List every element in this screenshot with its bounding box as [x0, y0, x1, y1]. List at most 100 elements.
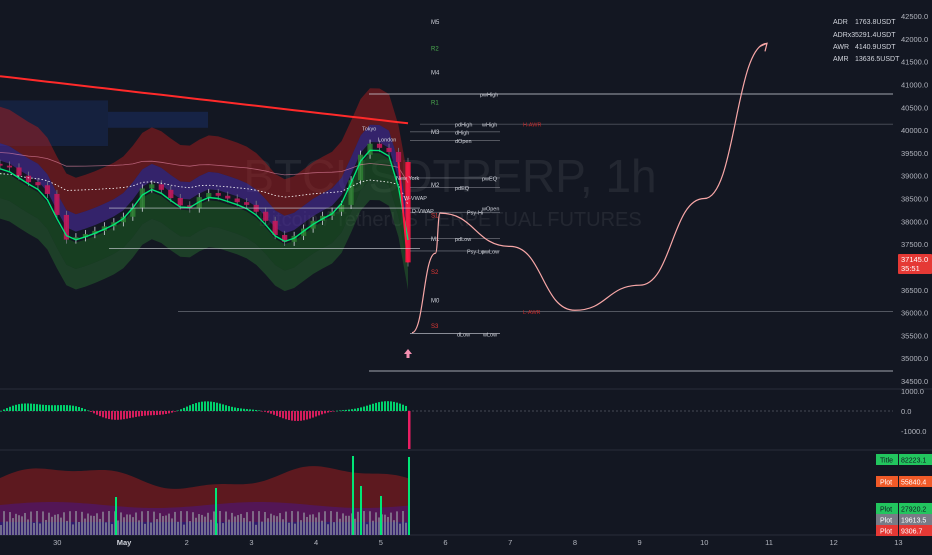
volume-bar	[282, 519, 284, 535]
oscillator-bar	[162, 411, 164, 415]
oscillator-bar	[276, 411, 278, 416]
oscillator-bar	[153, 411, 155, 416]
oscillator-bar	[126, 411, 128, 419]
volume-bar	[171, 518, 173, 535]
price-tick-label: 39000.0	[901, 172, 928, 181]
volume-bar	[177, 521, 179, 535]
volume-spike-bar	[360, 486, 362, 535]
volume-bar	[33, 522, 35, 535]
volume-bar	[294, 523, 296, 535]
volume-bar	[225, 511, 227, 535]
oscillator-bar	[177, 410, 179, 411]
oscillator-bar	[366, 405, 368, 411]
oscillator-bar	[207, 401, 209, 411]
volume-bar	[186, 511, 188, 535]
volume-bar	[144, 523, 146, 535]
price-tick-label: 42500.0	[901, 12, 928, 21]
price-tick-label: 37500.0	[901, 240, 928, 249]
oscillator-bar	[330, 411, 332, 412]
oscillator-bar	[90, 411, 92, 412]
volume-bar	[240, 513, 242, 535]
time-tick-label: 10	[700, 538, 708, 547]
oscillator-bar	[150, 411, 152, 416]
volume-bar	[162, 516, 164, 535]
volume-bar	[12, 518, 14, 535]
volume-bar	[339, 518, 341, 535]
candle-body	[376, 143, 383, 148]
pivot-level-label: M2	[431, 183, 440, 189]
oscillator-tick-label: -1000.0	[901, 427, 926, 436]
price-tick-label: 35000.0	[901, 354, 928, 363]
stat-value-awr: 4140.9USDT	[855, 44, 896, 51]
oscillator-bar	[225, 405, 227, 411]
volume-bar	[243, 517, 245, 535]
oscillator-bar	[252, 409, 254, 411]
oscillator-bar	[270, 411, 272, 414]
volume-bar	[72, 524, 74, 535]
volume-bar	[249, 521, 251, 535]
oscillator-bar	[402, 404, 404, 411]
volume-bar	[207, 512, 209, 535]
volume-bar	[51, 516, 53, 535]
price-tick-label: 42000.0	[901, 35, 928, 44]
volume-bar	[393, 520, 395, 535]
volume-bar	[384, 514, 386, 535]
chart-stage[interactable]: BTCUSDTPERP, 1h Bitcoin / TetherUS PERPE…	[0, 0, 932, 550]
oscillator-bar	[210, 401, 212, 411]
oscillator-bar	[18, 404, 20, 411]
volume-bar	[150, 522, 152, 535]
volume-bar	[315, 517, 317, 535]
price-tick-label: 38500.0	[901, 195, 928, 204]
oscillator-bar	[306, 411, 308, 420]
time-tick-label: 2	[185, 538, 189, 547]
volume-bar	[36, 511, 38, 535]
oscillator-bar	[390, 401, 392, 411]
oscillator-bar	[129, 411, 131, 419]
volume-bar	[132, 517, 134, 535]
volume-bar	[390, 512, 392, 535]
oscillator-bar	[141, 411, 143, 416]
volume-bar	[291, 511, 293, 535]
volume-bar	[180, 511, 182, 535]
time-tick-label: 9	[638, 538, 642, 547]
volume-bar	[198, 514, 200, 535]
volume-bar	[255, 524, 257, 535]
pivot-level-label: M4	[431, 71, 440, 77]
volume-spike-bar	[115, 497, 117, 535]
volume-bar	[135, 512, 137, 535]
oscillator-bar	[378, 402, 380, 411]
volume-bar	[258, 511, 260, 535]
oscillator-bar	[42, 404, 44, 411]
badge-plot4-label: Plot	[880, 529, 892, 536]
volume-bar	[15, 513, 17, 535]
volume-bar	[117, 520, 119, 535]
oscillator-bar	[111, 411, 113, 420]
volume-bar	[75, 511, 77, 535]
current-price-badge: 37145.0 35:51	[898, 254, 932, 274]
oscillator-bar	[246, 409, 248, 411]
time-tick-label: 6	[443, 538, 447, 547]
oscillator-bar	[309, 411, 311, 419]
oscillator-bar	[279, 411, 281, 418]
oscillator-bar	[45, 405, 47, 411]
price-tick-label: 39500.0	[901, 149, 928, 158]
oscillator-bar	[396, 402, 398, 411]
pivot-level-label: S3	[431, 324, 439, 330]
volume-bar	[153, 511, 155, 535]
time-tick-label: 8	[573, 538, 577, 547]
price-tick-label: 36500.0	[901, 286, 928, 295]
price-tick-label: 40500.0	[901, 103, 928, 112]
price-chart[interactable]: BTCUSDTPERP, 1h Bitcoin / TetherUS PERPE…	[0, 0, 932, 550]
oscillator-bar	[327, 411, 329, 413]
time-tick-label: 5	[379, 538, 383, 547]
oscillator-bar	[336, 410, 338, 412]
oscillator-bar	[108, 411, 110, 420]
time-tick-label: 11	[765, 538, 773, 547]
oscillator-bar	[369, 404, 371, 411]
badge-plot1-label: Plot	[880, 480, 892, 487]
volume-bar	[63, 512, 65, 535]
volume-bar	[78, 521, 80, 535]
oscillator-bar	[408, 411, 411, 449]
price-tick-label: 41500.0	[901, 58, 928, 67]
volume-bar	[126, 514, 128, 535]
